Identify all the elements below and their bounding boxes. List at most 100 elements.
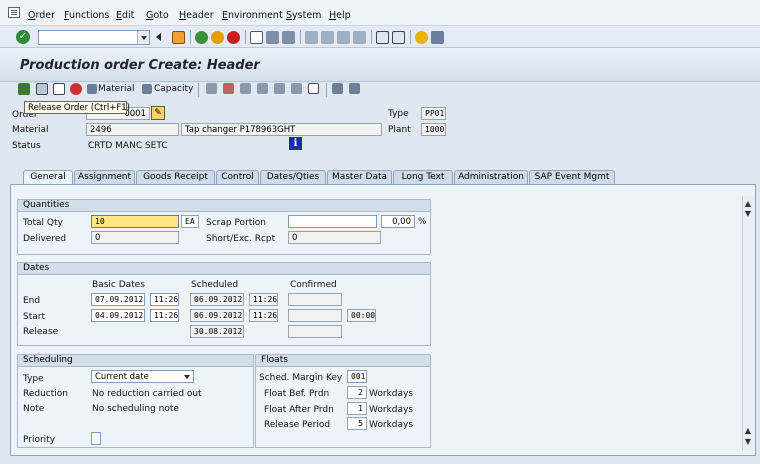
- enter-checkmark-icon[interactable]: ✓: [16, 30, 30, 44]
- cost-icon[interactable]: [70, 83, 82, 95]
- status-info-icon[interactable]: [36, 83, 48, 95]
- exit-icon[interactable]: [211, 31, 224, 44]
- end-scheduled-date: 06.09.2012: [190, 293, 244, 306]
- tab-administration[interactable]: Administration: [454, 170, 528, 184]
- cancel-icon[interactable]: [227, 31, 240, 44]
- floats-title: Floats: [256, 355, 430, 367]
- floats-group: Floats: [255, 354, 431, 448]
- vertical-scrollbar[interactable]: [742, 196, 754, 450]
- back-icon[interactable]: [195, 31, 208, 44]
- new-session-icon[interactable]: [376, 31, 389, 44]
- menu-header[interactable]: Header: [179, 10, 214, 21]
- tab-assignment[interactable]: Assignment: [74, 170, 135, 184]
- menu-system[interactable]: System: [286, 10, 321, 21]
- menu-goto[interactable]: Goto: [146, 10, 169, 21]
- sched-margin-key-label: Sched. Margin Key: [259, 373, 343, 383]
- material-button[interactable]: Material: [98, 84, 135, 94]
- end-scheduled-time: 11:26: [249, 293, 278, 306]
- schedule-icon[interactable]: [53, 83, 65, 95]
- start-basic-time-input[interactable]: 11:26: [150, 309, 179, 322]
- command-field[interactable]: [38, 30, 150, 45]
- sched-margin-key-input[interactable]: 001: [347, 370, 367, 383]
- start-confirmed-time: 00:00: [347, 309, 376, 322]
- tab-dates-qties[interactable]: Dates/Qties: [260, 170, 326, 184]
- scrap-percent-input[interactable]: 0,00: [381, 215, 415, 228]
- scrap-portion-label: Scrap Portion: [206, 218, 267, 228]
- hierarchy-icon[interactable]: [349, 83, 360, 94]
- status-info-button-icon[interactable]: i: [289, 137, 302, 150]
- priority-input[interactable]: [91, 432, 101, 445]
- tab-goods-receipt[interactable]: Goods Receipt: [136, 170, 215, 184]
- material-icon[interactable]: [87, 84, 97, 94]
- order-type-field: PP01: [421, 107, 446, 120]
- reduction-label: Reduction: [23, 389, 68, 399]
- float-after-field: 1: [347, 402, 367, 415]
- dates-title: Dates: [18, 263, 430, 275]
- menu-environment[interactable]: Environment: [222, 10, 283, 21]
- total-qty-input[interactable]: 10: [91, 215, 179, 228]
- back-arrow-icon[interactable]: [156, 33, 161, 41]
- delivered-field: 0: [91, 231, 179, 244]
- save-icon[interactable]: [172, 31, 185, 44]
- components-icon[interactable]: [223, 83, 234, 94]
- capacity-button[interactable]: Capacity: [154, 84, 193, 94]
- tab-sap-event-mgmt[interactable]: SAP Event Mgmt: [529, 170, 615, 184]
- edit-pencil-icon[interactable]: ✎: [151, 106, 165, 120]
- tab-master-data[interactable]: Master Data: [327, 170, 392, 184]
- tab-general[interactable]: General: [23, 170, 73, 185]
- capacity-icon[interactable]: [142, 84, 152, 94]
- scheduled-header: Scheduled: [191, 280, 239, 290]
- operations-icon[interactable]: [206, 83, 217, 94]
- start-label: Start: [23, 312, 45, 322]
- end-basic-date-input[interactable]: 07.09.2012: [91, 293, 145, 306]
- end-confirmed-date: [288, 293, 342, 306]
- next-page-icon[interactable]: [337, 31, 350, 44]
- shortcut-icon[interactable]: [392, 31, 405, 44]
- package-icon[interactable]: [308, 83, 319, 94]
- basic-dates-header: Basic Dates: [92, 280, 145, 290]
- scheduling-title: Scheduling: [18, 355, 253, 367]
- release-flag-icon[interactable]: [18, 83, 30, 95]
- tooltip: Release Order (Ctrl+F1): [24, 101, 130, 114]
- confirmed-header: Confirmed: [290, 280, 337, 290]
- find-icon[interactable]: [266, 31, 279, 44]
- material-label: Material: [12, 125, 49, 135]
- first-page-icon[interactable]: [305, 31, 318, 44]
- menu-help[interactable]: Help: [329, 10, 351, 21]
- scroll-up-top-icon[interactable]: ▲: [744, 200, 752, 208]
- system-menu-icon[interactable]: [8, 7, 20, 18]
- scroll-down-top-icon[interactable]: ▼: [744, 210, 752, 218]
- end-label: End: [23, 296, 41, 306]
- type-label: Type: [388, 109, 409, 119]
- prt-overview-icon[interactable]: [257, 83, 268, 94]
- last-page-icon[interactable]: [353, 31, 366, 44]
- start-basic-date-input[interactable]: 04.09.2012: [91, 309, 145, 322]
- command-dropdown-icon[interactable]: [137, 31, 149, 44]
- start-confirmed-date: [288, 309, 342, 322]
- previous-page-icon[interactable]: [321, 31, 334, 44]
- scrap-portion-input[interactable]: [288, 215, 377, 228]
- plant-label: Plant: [388, 125, 411, 135]
- scroll-up-bottom-icon[interactable]: ▲: [744, 427, 752, 435]
- note-value: No scheduling note: [92, 404, 179, 414]
- scheduling-type-select[interactable]: Current date: [91, 370, 194, 383]
- scroll-down-bottom-icon[interactable]: ▼: [744, 438, 752, 446]
- documents-icon[interactable]: [274, 83, 285, 94]
- menu-edit[interactable]: Edit: [116, 10, 134, 21]
- find-next-icon[interactable]: [282, 31, 295, 44]
- quantities-title: Quantities: [18, 200, 430, 212]
- tab-control[interactable]: Control: [216, 170, 259, 184]
- tab-long-text[interactable]: Long Text: [393, 170, 453, 184]
- end-basic-time-input[interactable]: 11:26: [150, 293, 179, 306]
- sequences-icon[interactable]: [240, 83, 251, 94]
- menu-functions[interactable]: Functions: [64, 10, 109, 21]
- table-icon[interactable]: [332, 83, 343, 94]
- dropdown-arrow-icon[interactable]: [184, 375, 190, 382]
- header-icon[interactable]: [291, 83, 302, 94]
- print-icon[interactable]: [250, 31, 263, 44]
- material-field: 2496: [86, 123, 179, 136]
- help-icon[interactable]: [415, 31, 428, 44]
- customize-layout-icon[interactable]: [431, 31, 444, 44]
- status-label: Status: [12, 141, 41, 151]
- menu-order[interactable]: Order: [28, 10, 55, 21]
